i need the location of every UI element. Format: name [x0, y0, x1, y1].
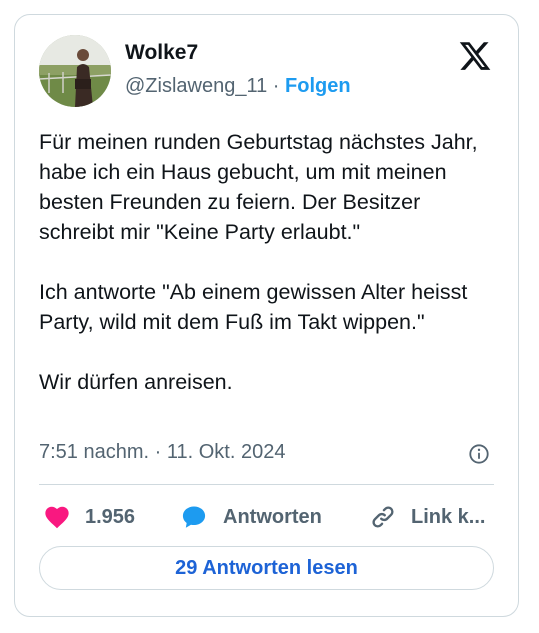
heart-icon — [45, 506, 69, 529]
link-icon — [372, 506, 394, 528]
action-bar: 1.956 Antworten Link k... — [39, 503, 494, 535]
like-button[interactable]: 1.956 — [43, 503, 135, 531]
user-handle[interactable]: @Zislaweng_11 — [125, 75, 267, 97]
tweet-timestamp[interactable]: 7:51 nachm. · 11. Okt. 2024 — [39, 441, 285, 464]
copy-link-button[interactable]: Link k... — [369, 503, 485, 531]
read-replies-button[interactable]: 29 Antworten lesen — [39, 546, 494, 590]
tweet-card: Wolke7 @Zislaweng_11 · Folgen Für meinen… — [14, 14, 519, 617]
avatar[interactable] — [39, 35, 111, 107]
reply-label: Antworten — [223, 505, 322, 528]
copy-link-label: Link k... — [411, 505, 486, 528]
likes-count: 1.956 — [85, 505, 136, 528]
divider — [39, 484, 494, 485]
tweet-text: Für meinen runden Geburtstag nächstes Ja… — [39, 130, 478, 394]
read-replies-label: 29 Antworten lesen — [175, 556, 358, 579]
x-logo-icon[interactable] — [458, 39, 492, 73]
handle-separator: · — [272, 75, 280, 97]
display-name[interactable]: Wolke7 — [125, 41, 198, 65]
follow-button[interactable]: Folgen — [285, 75, 351, 97]
reply-button[interactable]: Antworten — [179, 503, 322, 531]
info-icon[interactable] — [468, 443, 490, 465]
avatar-photo — [39, 35, 111, 107]
speech-bubble-icon — [182, 506, 206, 528]
handle-row: @Zislaweng_11 · Folgen — [125, 75, 351, 98]
